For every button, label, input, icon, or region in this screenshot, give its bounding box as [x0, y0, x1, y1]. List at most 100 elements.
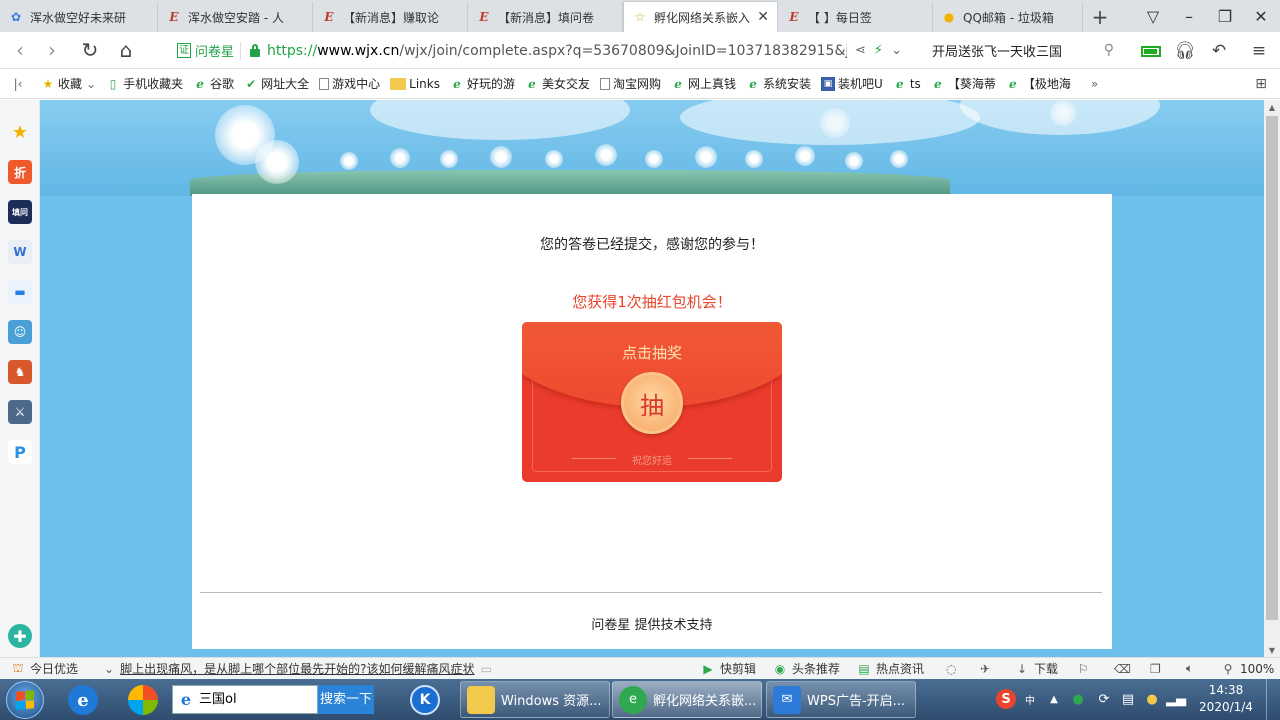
battery-icon[interactable] [1138, 38, 1164, 64]
headphones-icon[interactable]: 🎧︎ [1172, 38, 1198, 64]
vertical-scrollbar[interactable]: ▲ ▼ [1264, 100, 1280, 657]
maximize-icon[interactable]: ❐ [1208, 0, 1242, 32]
tab-list-icon[interactable]: ▽ [1136, 0, 1170, 32]
today-pick-item[interactable]: ⛫ 今日优选 [10, 660, 78, 677]
window-restore-icon[interactable]: ❐ [1150, 662, 1161, 676]
favorites-star-icon[interactable]: ★ [8, 120, 32, 144]
quick-cut-item[interactable]: ▶ 快剪辑 [700, 660, 756, 677]
bookmark-item[interactable]: ▣ 装机吧U [816, 73, 888, 95]
ie-icon: E [324, 10, 334, 24]
bookmark-item[interactable]: 淘宝网购 [595, 73, 666, 95]
speed-mode-icon[interactable]: ⚡ [874, 43, 883, 58]
bookmark-favorites[interactable]: ★ 收藏 ⌄ [36, 73, 101, 95]
k-app-icon[interactable]: K [410, 685, 440, 715]
sync-tray-icon[interactable]: ⟳ [1094, 689, 1114, 709]
bookmarks-collapse-icon[interactable]: |‹ [0, 73, 36, 95]
eraser-icon[interactable]: ⌫ [1114, 662, 1131, 676]
bookmark-item[interactable]: ℯ 美女交友 [520, 73, 595, 95]
close-tab-icon[interactable]: ✕ [757, 9, 769, 25]
taskbar-search-button[interactable]: 搜索一下 [318, 685, 374, 714]
bookmark-manager-icon[interactable]: ⊞ [1250, 73, 1272, 95]
tab-2[interactable]: E 【新消息】赚取论 [313, 2, 468, 32]
hot-news-item[interactable]: ▤ 热点资讯 [856, 660, 924, 677]
more-bookmarks-button[interactable]: » [1086, 73, 1103, 95]
search-input[interactable]: 开局送张飞一天收三国 ⚲ [924, 36, 1120, 65]
tab-4-active[interactable]: ☆ 孵化网络关系嵌入 ✕ [623, 1, 778, 32]
news-link[interactable]: 脚上出现痛风，是从脚上哪个部位最先开始的?该如何缓解痛风症状 [120, 660, 474, 677]
chat-app-icon[interactable]: ▬ [8, 280, 32, 304]
sogou-ime-icon[interactable]: S [996, 689, 1016, 709]
forward-arrow-icon[interactable]: › [38, 36, 66, 64]
task-browser[interactable]: e 孵化网络关系嵌... [612, 681, 762, 718]
share-icon[interactable]: ⋖ [855, 43, 866, 58]
bookmark-item[interactable]: ℯ 谷歌 [188, 73, 239, 95]
url-box[interactable]: 证 问卷星 https://www.wjx.cn/wjx/join/comple… [166, 36, 918, 65]
bookmark-item[interactable]: ✔ 网址大全 [239, 73, 314, 95]
close-window-icon[interactable]: ✕ [1244, 0, 1278, 32]
bookmark-item[interactable]: Links [385, 73, 445, 95]
minimize-icon[interactable]: – [1172, 0, 1206, 32]
tab-3[interactable]: E 【新消息】填问卷 [468, 2, 623, 32]
system-clock[interactable]: 14:38 2020/1/4 [1194, 682, 1258, 716]
bookmark-item[interactable]: ℯ 好玩的游 [445, 73, 520, 95]
color-app-icon[interactable] [128, 685, 158, 715]
headlines-item[interactable]: ◉ 头条推荐 [772, 660, 840, 677]
volume-icon: ⌄ [104, 661, 115, 676]
left-sidebar: ★ 折 填问 W ▬ ☺ ♞ ⚔ P ✚ [0, 100, 40, 657]
ie-browser-icon[interactable]: e [68, 685, 98, 715]
search-icon[interactable]: ⚲ [1104, 42, 1114, 58]
task-explorer[interactable]: Windows 资源... [460, 681, 610, 718]
news-ticker[interactable]: ⌄ 脚上出现痛风，是从脚上哪个部位最先开始的?该如何缓解痛风症状 ▭ [104, 660, 492, 677]
360-tray-icon[interactable]: ● [1142, 689, 1162, 709]
document-app-icon[interactable]: W [8, 240, 32, 264]
bookmark-item[interactable]: ℯ 系统安装 [741, 73, 816, 95]
game-app-icon[interactable]: ☺ [8, 320, 32, 344]
network-icon[interactable]: ▂▄ [1166, 689, 1186, 709]
bookmark-item[interactable]: ℯ 网上真钱 [666, 73, 741, 95]
tab-title: 【新消息】填问卷 [498, 10, 595, 25]
scroll-up-icon[interactable]: ▲ [1264, 100, 1280, 114]
site-certificate[interactable]: 证 问卷星 [167, 41, 242, 60]
undo-icon[interactable]: ↶ [1206, 38, 1232, 64]
clipboard-tray-icon[interactable]: ▤ [1118, 689, 1138, 709]
ime-mode-icon[interactable]: 中 [1020, 689, 1040, 709]
refresh-icon[interactable]: ↻ [76, 36, 104, 64]
speed-icon[interactable]: ◌ [946, 662, 956, 676]
show-hidden-icons[interactable]: ▲ [1044, 689, 1064, 709]
clean-icon[interactable]: ✈ [980, 662, 990, 676]
survey-app-icon[interactable]: 填问 [8, 200, 32, 224]
volume-icon[interactable]: 🔈︎ [1186, 661, 1193, 676]
p-app-icon[interactable]: P [8, 440, 32, 464]
scroll-thumb[interactable] [1266, 116, 1278, 620]
tab-0[interactable]: ✿ 浑水做空好未来研 [0, 2, 158, 32]
tab-1[interactable]: E 浑水做空安踏 - 人 [158, 2, 313, 32]
red-packet-card[interactable]: 点击抽奖 抽 祝您好运 [522, 322, 782, 482]
home-icon[interactable]: ⌂ [112, 36, 140, 64]
start-button[interactable] [6, 681, 44, 719]
game-app-icon-3[interactable]: ⚔ [8, 400, 32, 424]
tab-5[interactable]: E 【 】每日签 [778, 2, 933, 32]
menu-icon[interactable]: ≡ [1246, 38, 1272, 64]
taskbar-search-input[interactable]: e 三国ol [172, 685, 318, 714]
security-tray-icon[interactable]: ● [1068, 689, 1088, 709]
task-wps[interactable]: ✉ WPS广告-开启... [766, 681, 916, 718]
bookmark-item[interactable]: ℯ 【极地海 [1001, 73, 1076, 95]
tab-6[interactable]: ● QQ邮箱 - 垃圾箱 [933, 2, 1083, 32]
flag-icon[interactable]: ⚐ [1078, 662, 1089, 676]
draw-button[interactable]: 抽 [621, 372, 683, 434]
url-text[interactable]: https://www.wjx.cn/wjx/join/complete.asp… [267, 43, 847, 59]
show-desktop-button[interactable] [1266, 679, 1280, 720]
back-arrow-icon[interactable]: ‹ [6, 36, 34, 64]
zoom-control[interactable]: ⚲ 100% [1220, 661, 1275, 677]
download-item[interactable]: ↓ 下载 [1014, 660, 1058, 677]
game-app-icon-2[interactable]: ♞ [8, 360, 32, 384]
discount-app-icon[interactable]: 折 [8, 160, 32, 184]
chevron-down-icon[interactable]: ⌄ [891, 43, 902, 58]
bookmark-item[interactable]: 游戏中心 [314, 73, 385, 95]
scroll-down-icon[interactable]: ▼ [1264, 643, 1280, 657]
new-tab-button[interactable]: + [1083, 2, 1117, 32]
bookmark-item[interactable]: ▯ 手机收藏夹 [101, 73, 188, 95]
bookmark-item[interactable]: ℯ ts [888, 73, 926, 95]
add-app-icon[interactable]: ✚ [8, 624, 32, 648]
bookmark-item[interactable]: ℯ 【葵海蒂 [926, 73, 1001, 95]
